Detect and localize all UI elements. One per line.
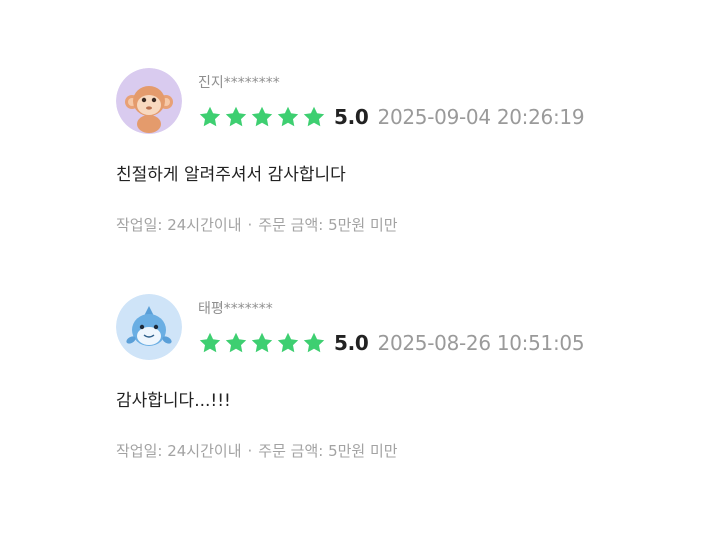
star-rating [198, 331, 328, 355]
review-date: 2025-09-04 20:26:19 [377, 105, 585, 129]
review-comment: 친절하게 알려주셔서 감사합니다 [116, 165, 346, 185]
dolphin-icon [116, 294, 182, 360]
rating-score: 5.0 [334, 105, 369, 129]
star-icon [277, 332, 299, 353]
reviewer-name: 진지******** [198, 75, 280, 91]
star-icon [225, 106, 247, 127]
monkey-icon [116, 68, 182, 134]
order-amount: 주문 금액: 5만원 미만 [258, 442, 398, 460]
reviewer-name: 태평******* [198, 301, 273, 317]
rating-score: 5.0 [334, 331, 369, 355]
star-icon [225, 332, 247, 353]
star-icon [251, 332, 273, 353]
review-meta: 작업일: 24시간이내 · 주문 금액: 5만원 미만 [116, 440, 398, 461]
meta-separator: · [247, 216, 253, 234]
review-item: 태평******* 5.0 2025-08-26 10:51:05 감사합니다.… [116, 294, 676, 494]
review-list: 진지******** 5.0 2025-09-04 20:26:19 친절하게 … [0, 0, 718, 537]
order-amount: 주문 금액: 5만원 미만 [258, 216, 398, 234]
star-icon [199, 106, 221, 127]
rating-row: 5.0 2025-09-04 20:26:19 [198, 104, 585, 130]
review-comment: 감사합니다...!!! [116, 391, 231, 411]
rating-row: 5.0 2025-08-26 10:51:05 [198, 330, 585, 356]
review-date: 2025-08-26 10:51:05 [377, 331, 585, 355]
work-period: 작업일: 24시간이내 [116, 216, 242, 234]
meta-separator: · [247, 442, 253, 460]
work-period: 작업일: 24시간이내 [116, 442, 242, 460]
star-icon [251, 106, 273, 127]
star-icon [199, 332, 221, 353]
star-rating [198, 105, 328, 129]
avatar [116, 68, 182, 134]
avatar [116, 294, 182, 360]
star-icon [277, 106, 299, 127]
review-meta: 작업일: 24시간이내 · 주문 금액: 5만원 미만 [116, 214, 398, 235]
review-item: 진지******** 5.0 2025-09-04 20:26:19 친절하게 … [116, 68, 676, 268]
star-icon [303, 106, 325, 127]
star-icon [303, 332, 325, 353]
